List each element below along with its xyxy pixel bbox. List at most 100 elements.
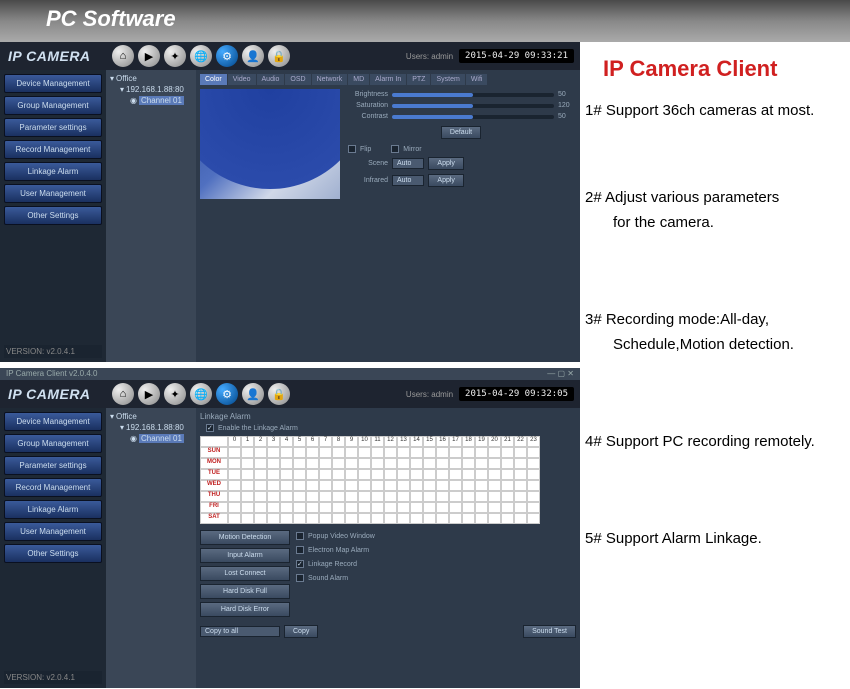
schedule-cell[interactable] — [397, 447, 410, 458]
schedule-cell[interactable] — [241, 491, 254, 502]
schedule-cell[interactable] — [436, 458, 449, 469]
schedule-cell[interactable] — [449, 447, 462, 458]
schedule-cell[interactable] — [267, 447, 280, 458]
schedule-cell[interactable] — [475, 447, 488, 458]
schedule-cell[interactable] — [293, 458, 306, 469]
schedule-cell[interactable] — [449, 458, 462, 469]
schedule-cell[interactable] — [280, 513, 293, 524]
schedule-cell[interactable] — [241, 513, 254, 524]
schedule-cell[interactable] — [501, 469, 514, 480]
schedule-cell[interactable] — [306, 491, 319, 502]
schedule-cell[interactable] — [384, 491, 397, 502]
schedule-cell[interactable] — [397, 469, 410, 480]
schedule-cell[interactable] — [241, 480, 254, 491]
tab-md[interactable]: MD — [348, 74, 369, 85]
schedule-cell[interactable] — [475, 458, 488, 469]
schedule-cell[interactable] — [371, 447, 384, 458]
schedule-cell[interactable] — [332, 447, 345, 458]
schedule-cell[interactable] — [436, 469, 449, 480]
schedule-cell[interactable] — [267, 480, 280, 491]
schedule-cell[interactable] — [462, 447, 475, 458]
schedule-cell[interactable] — [501, 491, 514, 502]
schedule-cell[interactable] — [488, 458, 501, 469]
schedule-cell[interactable] — [501, 480, 514, 491]
sidebar-item-group[interactable]: Group Management — [4, 434, 102, 453]
schedule-cell[interactable] — [397, 502, 410, 513]
schedule-cell[interactable] — [488, 447, 501, 458]
schedule-cell[interactable] — [306, 513, 319, 524]
schedule-cell[interactable] — [254, 502, 267, 513]
schedule-cell[interactable] — [332, 469, 345, 480]
schedule-cell[interactable] — [358, 458, 371, 469]
schedule-cell[interactable] — [397, 458, 410, 469]
schedule-cell[interactable] — [319, 502, 332, 513]
play-icon[interactable]: ▶ — [138, 45, 160, 67]
schedule-cell[interactable] — [358, 480, 371, 491]
schedule-cell[interactable] — [384, 502, 397, 513]
schedule-cell[interactable] — [371, 469, 384, 480]
schedule-cell[interactable] — [280, 502, 293, 513]
mirror-checkbox[interactable] — [391, 145, 399, 153]
lock-icon[interactable]: 🔒 — [268, 45, 290, 67]
schedule-cell[interactable] — [254, 447, 267, 458]
schedule-cell[interactable] — [462, 469, 475, 480]
schedule-cell[interactable] — [436, 480, 449, 491]
schedule-cell[interactable] — [293, 469, 306, 480]
schedule-cell[interactable] — [293, 491, 306, 502]
sidebar-item-user[interactable]: User Management — [4, 522, 102, 541]
schedule-cell[interactable] — [462, 513, 475, 524]
schedule-cell[interactable] — [397, 513, 410, 524]
input-alarm-button[interactable]: Input Alarm — [200, 548, 290, 563]
sidebar-item-record[interactable]: Record Management — [4, 140, 102, 159]
schedule-cell[interactable] — [254, 491, 267, 502]
schedule-cell[interactable] — [371, 513, 384, 524]
schedule-cell[interactable] — [514, 458, 527, 469]
schedule-cell[interactable] — [449, 469, 462, 480]
schedule-cell[interactable] — [384, 447, 397, 458]
schedule-cell[interactable] — [293, 447, 306, 458]
copy-button[interactable]: Copy — [284, 625, 318, 638]
schedule-cell[interactable] — [267, 502, 280, 513]
schedule-cell[interactable] — [397, 480, 410, 491]
sidebar-item-device[interactable]: Device Management — [4, 412, 102, 431]
schedule-cell[interactable] — [345, 469, 358, 480]
scene-select[interactable]: Auto — [392, 158, 424, 169]
schedule-cell[interactable] — [397, 491, 410, 502]
schedule-cell[interactable] — [501, 458, 514, 469]
schedule-cell[interactable] — [254, 469, 267, 480]
brightness-slider[interactable] — [392, 93, 554, 97]
schedule-cell[interactable] — [423, 491, 436, 502]
gear-icon[interactable]: ⚙ — [216, 383, 238, 405]
schedule-cell[interactable] — [228, 469, 241, 480]
schedule-cell[interactable] — [410, 480, 423, 491]
schedule-cell[interactable] — [319, 458, 332, 469]
schedule-cell[interactable] — [280, 491, 293, 502]
schedule-cell[interactable] — [527, 502, 540, 513]
sidebar-item-other[interactable]: Other Settings — [4, 544, 102, 563]
schedule-cell[interactable] — [280, 447, 293, 458]
tab-color[interactable]: Color — [200, 74, 227, 85]
schedule-cell[interactable] — [527, 480, 540, 491]
user-icon[interactable]: 👤 — [242, 45, 264, 67]
sound-alarm-checkbox[interactable] — [296, 574, 304, 582]
schedule-cell[interactable] — [488, 480, 501, 491]
sidebar-item-user[interactable]: User Management — [4, 184, 102, 203]
schedule-cell[interactable] — [449, 513, 462, 524]
schedule-cell[interactable] — [280, 458, 293, 469]
schedule-cell[interactable] — [449, 480, 462, 491]
schedule-cell[interactable] — [384, 458, 397, 469]
sidebar-item-device[interactable]: Device Management — [4, 74, 102, 93]
sidebar-item-parameter[interactable]: Parameter settings — [4, 456, 102, 475]
schedule-cell[interactable] — [436, 502, 449, 513]
hard-disk-error-button[interactable]: Hard Disk Error — [200, 602, 290, 617]
tab-wifi[interactable]: Wifi — [466, 74, 488, 85]
schedule-cell[interactable] — [514, 513, 527, 524]
schedule-cell[interactable] — [306, 502, 319, 513]
lost-connect-button[interactable]: Lost Connect — [200, 566, 290, 581]
gear-icon[interactable]: ⚙ — [216, 45, 238, 67]
schedule-cell[interactable] — [267, 491, 280, 502]
schedule-cell[interactable] — [267, 469, 280, 480]
schedule-cell[interactable] — [527, 458, 540, 469]
schedule-cell[interactable] — [488, 491, 501, 502]
schedule-cell[interactable] — [488, 502, 501, 513]
